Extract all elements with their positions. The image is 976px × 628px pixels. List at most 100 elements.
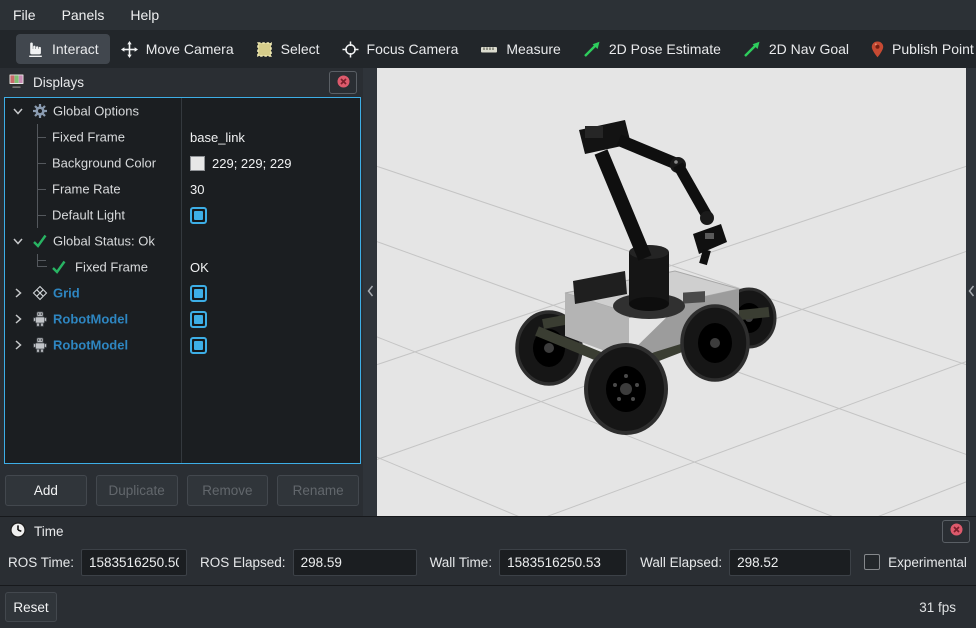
tree-row-label: Background Color <box>52 156 156 171</box>
check-icon <box>32 233 48 249</box>
robotmodel-enabled-checkbox[interactable] <box>190 311 207 328</box>
tree-guide <box>37 176 50 202</box>
chevron-down-icon[interactable] <box>12 235 24 250</box>
tool-2d-pose-estimate[interactable]: 2D Pose Estimate <box>572 34 732 64</box>
views-collapse-handle[interactable] <box>966 68 976 516</box>
experimental-checkbox[interactable] <box>864 554 880 570</box>
close-icon <box>949 522 964 540</box>
tree-row-default-light[interactable]: Default Light <box>5 202 360 228</box>
menu-file[interactable]: File <box>10 0 49 30</box>
main-area: Displays Global Options <box>0 68 976 516</box>
wheel <box>682 306 748 380</box>
time-panel-title: Time <box>34 524 934 539</box>
body-vent <box>683 291 705 304</box>
rename-button: Rename <box>277 475 359 506</box>
grid-enabled-checkbox[interactable] <box>190 285 207 302</box>
map-pin-icon <box>871 41 884 58</box>
tool-2d-nav-goal[interactable]: 2D Nav Goal <box>732 34 860 64</box>
time-panel: Time ROS Time: ROS Elapsed: Wall Time: W… <box>0 516 976 585</box>
add-button[interactable]: Add <box>5 475 87 506</box>
tool-label: 2D Nav Goal <box>769 41 849 57</box>
tree-row-label: Global Status: Ok <box>53 234 155 249</box>
hand-icon <box>27 41 44 58</box>
tree-row-label: Grid <box>53 286 80 301</box>
tool-label: Measure <box>506 41 560 57</box>
tree-row-fixed-frame[interactable]: Fixed Frame base_link <box>5 124 360 150</box>
displays-collapse-handle[interactable] <box>363 68 377 516</box>
tool-label: Move Camera <box>146 41 234 57</box>
tree-guide <box>37 254 47 267</box>
tool-focus-camera[interactable]: Focus Camera <box>331 34 470 64</box>
close-icon <box>336 74 351 92</box>
crosshair-icon <box>342 41 359 58</box>
wall-time-label: Wall Time: <box>430 555 493 570</box>
robotmodel-enabled-checkbox[interactable] <box>190 337 207 354</box>
tree-row-status-fixed-frame[interactable]: Fixed Frame OK <box>5 254 360 280</box>
tree-row-label: Global Options <box>53 104 139 119</box>
check-icon <box>51 259 67 275</box>
displays-tree: Global Options Fixed Frame base_link <box>4 97 361 464</box>
green-arrow-icon <box>743 41 761 58</box>
menu-panels[interactable]: Panels <box>49 0 118 30</box>
experimental-label: Experimental <box>888 555 967 570</box>
robot-arm <box>579 120 727 264</box>
robot-icon <box>32 337 48 353</box>
tree-row-global-status[interactable]: Global Status: Ok <box>5 228 360 254</box>
displays-panel-title: Displays <box>33 75 321 90</box>
wheel <box>586 345 666 433</box>
tool-publish-point[interactable]: Publish Point <box>860 34 976 64</box>
tree-guide <box>37 124 50 150</box>
ros-elapsed-input[interactable] <box>293 549 417 576</box>
status-bar: Reset 31 fps <box>0 585 976 628</box>
time-panel-header: Time <box>0 517 976 544</box>
chevron-right-icon[interactable] <box>12 339 24 354</box>
display-buttons-row: Add Duplicate Remove Rename <box>0 464 363 516</box>
time-close-button[interactable] <box>942 520 970 543</box>
menu-help[interactable]: Help <box>117 0 172 30</box>
wall-elapsed-label: Wall Elapsed: <box>640 555 722 570</box>
displays-panel: Displays Global Options <box>0 68 363 516</box>
tool-select[interactable]: Select <box>245 34 331 64</box>
tree-row-robotmodel-2[interactable]: RobotModel <box>5 332 360 358</box>
robot-icon <box>32 311 48 327</box>
tree-row-grid[interactable]: Grid <box>5 280 360 306</box>
gear-icon <box>32 103 48 119</box>
chevron-right-icon[interactable] <box>12 313 24 328</box>
menu-bar: File Panels Help <box>0 0 976 30</box>
tree-row-label: Fixed Frame <box>75 260 148 275</box>
default-light-checkbox[interactable] <box>190 207 207 224</box>
background-color-value[interactable]: 229; 229; 229 <box>212 156 292 171</box>
fixed-frame-value[interactable]: base_link <box>190 130 245 145</box>
status-value: OK <box>190 260 209 275</box>
tool-measure[interactable]: Measure <box>469 34 571 64</box>
wall-time-input[interactable] <box>499 549 627 576</box>
tree-row-robotmodel-1[interactable]: RobotModel <box>5 306 360 332</box>
ros-time-input[interactable] <box>81 549 187 576</box>
turret-cylinder <box>629 252 669 304</box>
monitor-icon <box>8 73 25 92</box>
tree-row-background-color[interactable]: Background Color 229; 229; 229 <box>5 150 360 176</box>
chevron-down-icon[interactable] <box>12 105 24 120</box>
tree-row-global-options[interactable]: Global Options <box>5 98 360 124</box>
displays-close-button[interactable] <box>329 71 357 94</box>
chevron-right-icon[interactable] <box>12 287 24 302</box>
3d-viewport[interactable] <box>377 68 966 516</box>
tree-row-frame-rate[interactable]: Frame Rate 30 <box>5 176 360 202</box>
tool-move-camera[interactable]: Move Camera <box>110 34 245 64</box>
remove-button: Remove <box>187 475 269 506</box>
green-arrow-icon <box>583 41 601 58</box>
tree-row-label: Fixed Frame <box>52 130 125 145</box>
tool-label: 2D Pose Estimate <box>609 41 721 57</box>
wall-elapsed-input[interactable] <box>729 549 851 576</box>
reset-button[interactable]: Reset <box>5 592 57 622</box>
frame-rate-value[interactable]: 30 <box>190 182 204 197</box>
tree-row-label: Default Light <box>52 208 125 223</box>
tool-label: Focus Camera <box>367 41 459 57</box>
color-swatch[interactable] <box>190 156 205 171</box>
duplicate-button: Duplicate <box>96 475 178 506</box>
tool-label: Publish Point <box>892 41 974 57</box>
tool-interact[interactable]: Interact <box>16 34 110 64</box>
ruler-icon <box>480 41 498 58</box>
tree-guide <box>37 202 50 228</box>
rviz-window: File Panels Help Interact Move Camera Se… <box>0 0 976 628</box>
